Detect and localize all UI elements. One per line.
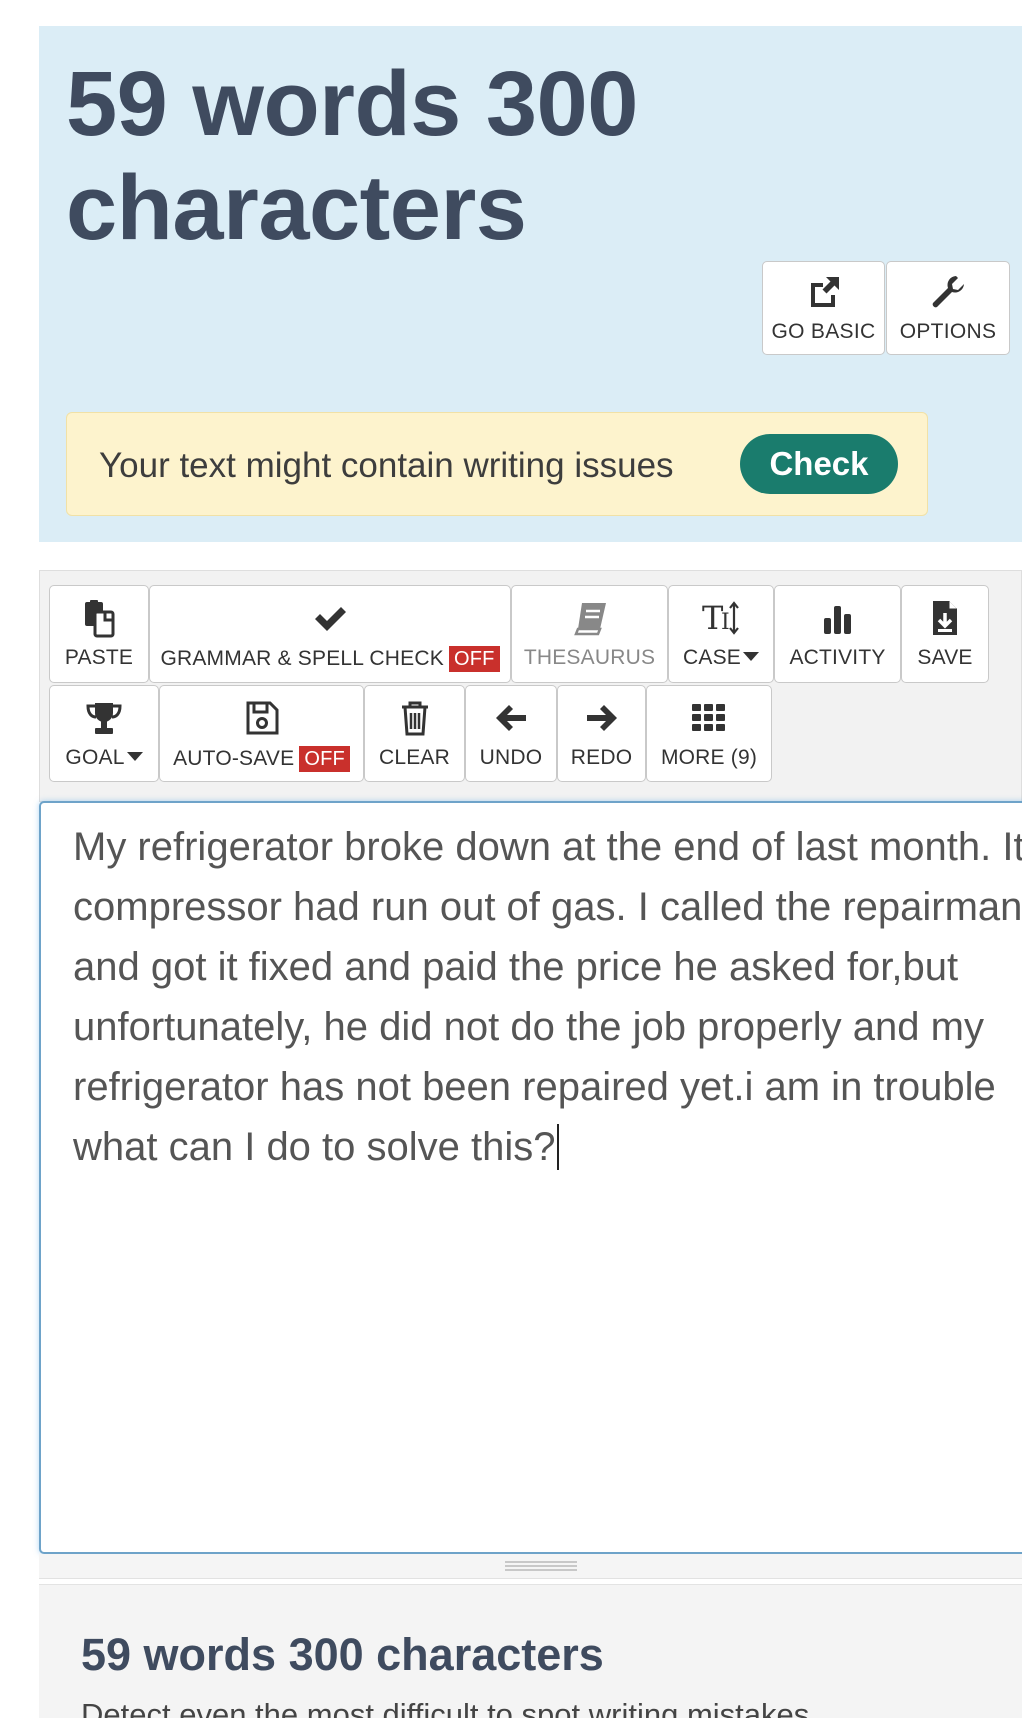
clear-label: CLEAR	[378, 746, 451, 769]
grammar-label-text: GRAMMAR & SPELL CHECK	[160, 647, 444, 670]
summary-title: 59 words 300 characters	[81, 1629, 604, 1680]
svg-text:I: I	[721, 610, 730, 635]
summary-subtitle: Detect even the most difficult to spot w…	[81, 1697, 810, 1718]
go-basic-label: GO BASIC	[771, 320, 876, 343]
case-label-text: CASE	[683, 646, 741, 669]
grid-icon	[692, 704, 725, 731]
trash-icon	[401, 701, 428, 736]
paste-icon	[85, 600, 115, 638]
summary-panel: 59 words 300 characters Detect even the …	[39, 1584, 1022, 1718]
caret-down-icon	[743, 651, 759, 661]
more-button[interactable]: MORE (9)	[646, 685, 772, 782]
goal-button[interactable]: GOAL	[49, 685, 159, 782]
trophy-icon	[86, 703, 122, 734]
text-cursor	[556, 1124, 559, 1170]
caret-down-icon	[126, 751, 143, 761]
paste-button[interactable]: PASTE	[49, 585, 149, 683]
grammar-spell-check-button[interactable]: GRAMMAR & SPELL CHECK OFF	[149, 585, 511, 683]
auto-save-off-badge: OFF	[299, 746, 350, 772]
bar-chart-icon	[823, 606, 851, 634]
text-editor[interactable]: My refrigerator broke down at the end of…	[39, 801, 1022, 1554]
case-label: CASE	[669, 646, 773, 670]
header-panel: 59 words 300 characters GO BASIC OPTIONS…	[39, 26, 1022, 542]
arrow-left-icon	[496, 705, 526, 731]
undo-button[interactable]: UNDO	[465, 685, 557, 782]
resize-grip-icon	[505, 1561, 577, 1571]
case-button[interactable]: T I CASE	[668, 585, 774, 683]
save-button[interactable]: SAVE	[901, 585, 989, 683]
paste-label: PASTE	[64, 646, 134, 669]
checkmark-icon	[315, 607, 346, 631]
options-button[interactable]: OPTIONS	[886, 261, 1010, 355]
activity-label: ACTIVITY	[789, 646, 886, 669]
go-basic-button[interactable]: GO BASIC	[762, 261, 885, 355]
editor-text-content[interactable]: My refrigerator broke down at the end of…	[73, 817, 1022, 1177]
file-download-icon	[933, 601, 957, 635]
book-icon	[573, 603, 606, 636]
grammar-spell-check-label: GRAMMAR & SPELL CHECK OFF	[150, 646, 510, 672]
check-button[interactable]: Check	[740, 434, 898, 494]
auto-save-button[interactable]: AUTO-SAVE OFF	[159, 685, 364, 782]
external-link-icon	[810, 277, 839, 307]
auto-save-label-text: AUTO-SAVE	[173, 747, 295, 770]
goal-label-text: GOAL	[65, 746, 125, 769]
text-case-icon: T I	[702, 599, 739, 637]
arrow-right-icon	[586, 705, 617, 731]
thesaurus-button[interactable]: THESAURUS	[511, 585, 668, 683]
editor-resize-handle[interactable]	[39, 1554, 1022, 1579]
redo-button[interactable]: REDO	[557, 685, 646, 782]
more-label: MORE (9)	[660, 746, 758, 769]
auto-save-label: AUTO-SAVE OFF	[160, 746, 363, 772]
undo-label: UNDO	[479, 746, 543, 769]
grammar-off-badge: OFF	[448, 646, 500, 672]
word-count-title: 59 words 300 characters	[66, 53, 638, 259]
editor-text: My refrigerator broke down at the end of…	[73, 825, 1022, 1169]
floppy-disk-icon	[246, 701, 278, 735]
options-label: OPTIONS	[899, 320, 997, 343]
activity-button[interactable]: ACTIVITY	[774, 585, 901, 683]
writing-issues-message: Your text might contain writing issues	[99, 446, 674, 485]
page: 59 words 300 characters GO BASIC OPTIONS…	[0, 0, 1022, 1718]
save-label: SAVE	[917, 646, 973, 669]
writing-issues-banner: Your text might contain writing issues C…	[66, 412, 928, 516]
clear-button[interactable]: CLEAR	[364, 685, 465, 782]
goal-label: GOAL	[50, 746, 158, 770]
thesaurus-label: THESAURUS	[523, 646, 656, 669]
redo-label: REDO	[570, 746, 633, 769]
wrench-icon	[932, 276, 964, 308]
editor-toolbar: PASTE GRAMMAR & SPELL CHECK OFF THESAURUS…	[39, 570, 1022, 802]
